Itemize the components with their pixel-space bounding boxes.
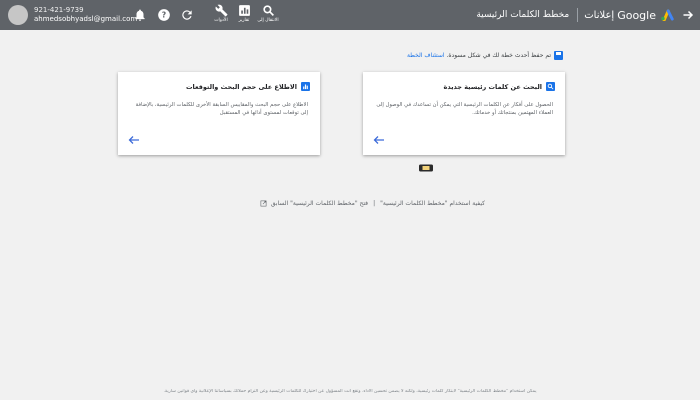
discover-card-description: الحصول على أفكار عن الكلمات الرئيسية الت… <box>376 102 553 116</box>
top-bar: 921-421-9739 ahmedsobhyadsl@gmail.com ? … <box>0 0 700 30</box>
cursor-graphic-icon <box>419 164 433 172</box>
reports-label: تقارير <box>238 18 250 23</box>
search-icon <box>262 5 274 16</box>
arrow-left-icon[interactable] <box>128 135 140 145</box>
resume-plan-link[interactable]: استئناف الخطة <box>407 52 445 59</box>
goto-menu[interactable]: الانتقال إلى <box>256 4 280 24</box>
brand-google: Google <box>617 8 656 22</box>
tools-menu[interactable]: الأدوات <box>209 4 233 24</box>
wrench-icon <box>215 4 227 17</box>
discover-keywords-card[interactable]: البحث عن كلمات رئيسية جديدة الحصول على أ… <box>363 72 565 155</box>
brand-ads: إعلانات <box>584 9 615 21</box>
discover-card-title: البحث عن كلمات رئيسية جديدة <box>443 82 542 91</box>
google-ads-logo-icon <box>661 9 674 21</box>
links-separator: | <box>373 200 376 207</box>
reports-menu[interactable]: تقارير <box>232 4 256 24</box>
help-icon[interactable]: ? <box>157 8 171 22</box>
brand[interactable]: Google إعلانات مخطط الكلمات الرئيسية <box>476 7 674 23</box>
external-link-icon <box>260 200 267 207</box>
account-phone: 921-421-9739 <box>34 6 84 14</box>
goto-label: الانتقال إلى <box>257 18 279 23</box>
save-icon <box>554 51 563 60</box>
bell-icon[interactable] <box>133 8 147 22</box>
draft-saved-note: تم حفظ أحدث خطة لك في شكل مسودة. استئناف… <box>407 51 563 60</box>
account-switcher[interactable]: 921-421-9739 ahmedsobhyadsl@gmail.com <box>8 5 137 25</box>
brand-divider <box>577 8 579 22</box>
search-volume-forecast-card[interactable]: الاطلاع على حجم البحث والتوقعات الاطلاع … <box>118 72 320 155</box>
refresh-icon[interactable] <box>180 8 194 22</box>
forecast-card-description: الاطلاع على حجم البحث والمقاييس السابقة … <box>135 102 308 116</box>
draft-saved-text: تم حفظ أحدث خطة لك في شكل مسودة. <box>446 52 551 59</box>
how-to-use-link[interactable]: كيفية استخدام "مخطط الكلمات الرئيسية" <box>380 200 485 207</box>
svg-text:?: ? <box>162 11 166 20</box>
tools-label: الأدوات <box>214 18 228 23</box>
open-previous-planner-link[interactable]: فتح "مخطط الكلمات الرئيسية" السابق <box>271 200 368 207</box>
reports-icon <box>238 5 250 16</box>
arrow-left-icon[interactable] <box>373 135 385 145</box>
disclaimer-footer: يمكن استخدام "مخطط الكلمات الرئيسية" لاب… <box>163 389 537 394</box>
back-arrow-icon[interactable] <box>682 9 694 21</box>
search-icon <box>546 82 555 91</box>
avatar[interactable] <box>8 5 28 25</box>
page-title: مخطط الكلمات الرئيسية <box>476 10 570 20</box>
account-email: ahmedsobhyadsl@gmail.com <box>34 15 138 23</box>
help-links: كيفية استخدام "مخطط الكلمات الرئيسية" | … <box>225 200 485 207</box>
forecast-card-title: الاطلاع على حجم البحث والتوقعات <box>186 82 297 91</box>
bar-chart-icon <box>301 82 310 91</box>
